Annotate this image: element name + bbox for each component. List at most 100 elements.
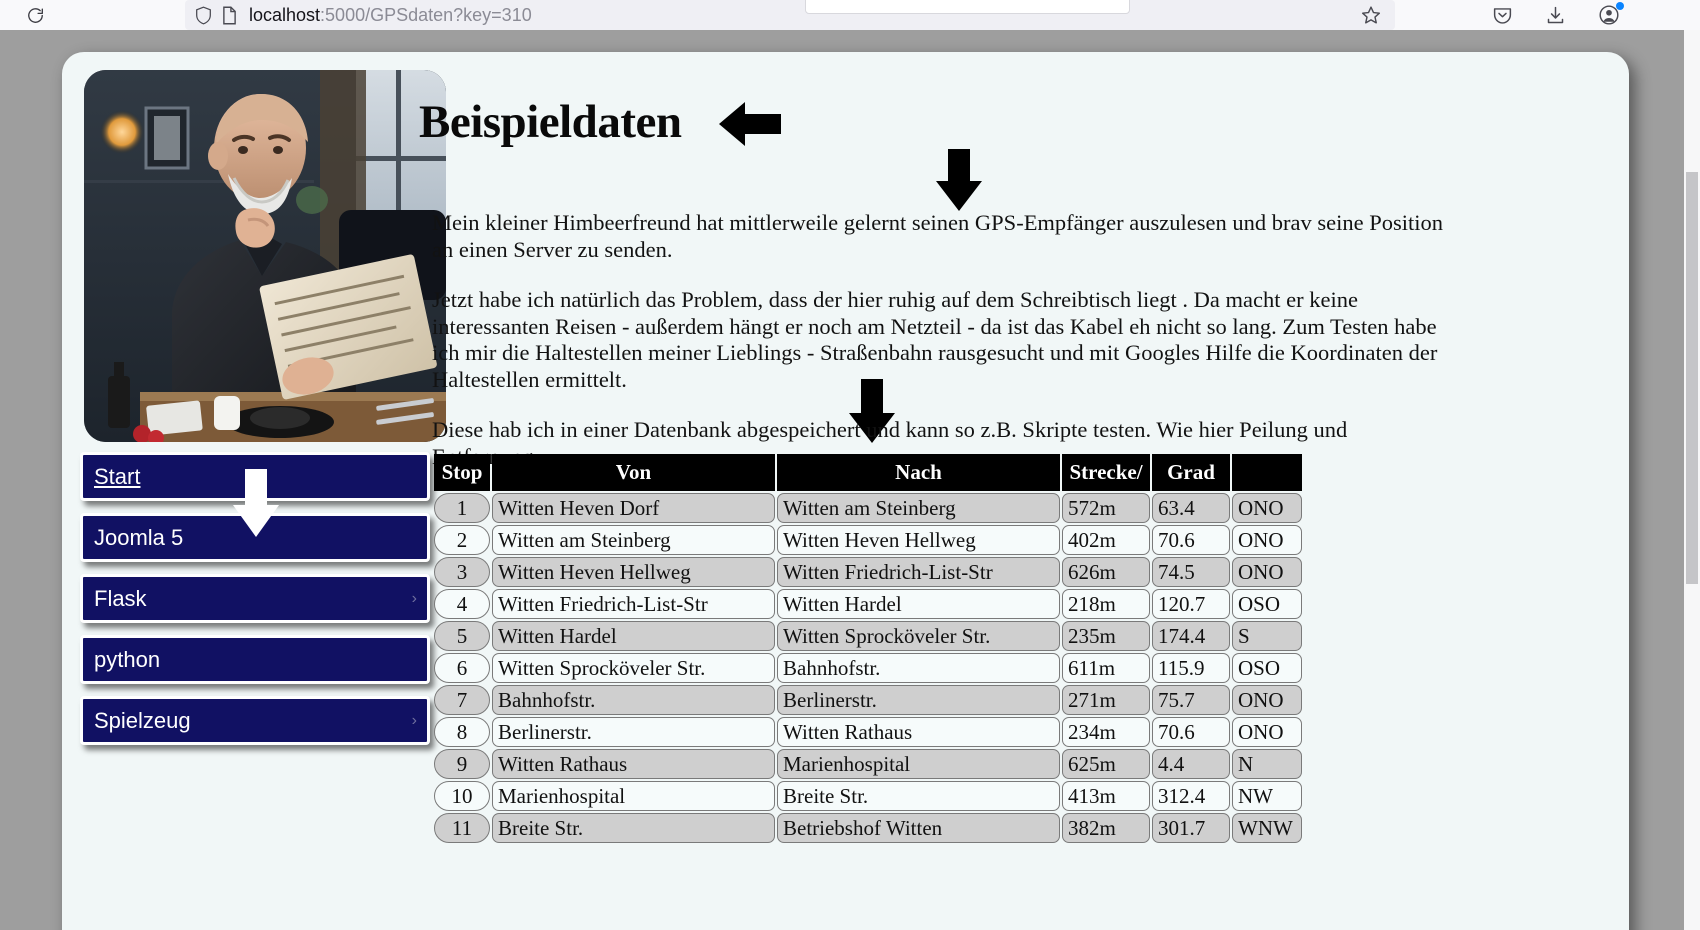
cell-nach: Witten am Steinberg	[777, 493, 1060, 523]
table-body: 1 Witten Heven Dorf Witten am Steinberg 572…	[434, 493, 1302, 843]
table-row: 7 Bahnhofstr. Berlinerstr. 271m 75.7 ONO	[434, 685, 1302, 715]
cell-nach: Witten Rathaus	[777, 717, 1060, 747]
table-row: 4 Witten Friedrich-List-Str Witten Hardel 2…	[434, 589, 1302, 619]
cell-nach: Berlinerstr.	[777, 685, 1060, 715]
cell-grad: 63.4	[1152, 493, 1230, 523]
cell-nach: Witten Friedrich-List-Str	[777, 557, 1060, 587]
cell-grad: 312.4	[1152, 781, 1230, 811]
table-row: 5 Witten Hardel Witten Sprocköveler Str. 23…	[434, 621, 1302, 651]
cell-von: Breite Str.	[492, 813, 775, 843]
chevron-right-icon[interactable]: ›	[412, 590, 417, 607]
portrait-image	[84, 70, 446, 442]
cell-von: Witten am Steinberg	[492, 525, 775, 555]
cell-grad: 70.6	[1152, 525, 1230, 555]
cell-grad: 115.9	[1152, 653, 1230, 683]
cell-strecke: 625m	[1062, 749, 1150, 779]
chevron-right-icon[interactable]: ›	[412, 712, 417, 729]
pocket-icon[interactable]	[1489, 2, 1515, 28]
cell-von: Witten Rathaus	[492, 749, 775, 779]
cell-stop: 10	[434, 781, 490, 811]
column-header-strecke: Strecke/	[1062, 454, 1150, 491]
cell-strecke: 402m	[1062, 525, 1150, 555]
page-scrollbar-thumb[interactable]	[1686, 172, 1698, 584]
cell-grad: 174.4	[1152, 621, 1230, 651]
column-header-richtung	[1232, 454, 1302, 491]
sidebar-item-python[interactable]: python	[80, 635, 430, 684]
page-scrollbar-track[interactable]	[1684, 30, 1700, 930]
cell-stop: 11	[434, 813, 490, 843]
table-row: 11 Breite Str. Betriebshof Witten 382m 301.7…	[434, 813, 1302, 843]
table-row: 6 Witten Sprocköveler Str. Bahnhofstr. 611m…	[434, 653, 1302, 683]
paragraph-2: Jetzt habe ich natürlich das Problem, da…	[432, 287, 1438, 392]
cell-nach: Breite Str.	[777, 781, 1060, 811]
browser-toolbar: localhost:5000/GPSdaten?key=310	[0, 0, 1700, 30]
cell-nach: Witten Hardel	[777, 589, 1060, 619]
cell-richtung: ONO	[1232, 525, 1302, 555]
cell-strecke: 413m	[1062, 781, 1150, 811]
cell-richtung: OSO	[1232, 653, 1302, 683]
sidebar-item-label: Spielzeug	[94, 707, 191, 733]
cell-grad: 75.7	[1152, 685, 1230, 715]
cell-grad: 120.7	[1152, 589, 1230, 619]
table-row: 9 Witten Rathaus Marienhospital 625m 4.4 N	[434, 749, 1302, 779]
cell-richtung: NW	[1232, 781, 1302, 811]
content-scrollbar[interactable]	[1585, 170, 1597, 580]
sidebar-item-label: Flask	[94, 585, 147, 611]
cell-richtung: S	[1232, 621, 1302, 651]
site-content-card: Beispieldaten Mein kleiner Himbeerfreund…	[62, 52, 1629, 930]
cell-grad: 4.4	[1152, 749, 1230, 779]
cell-von: Witten Hardel	[492, 621, 775, 651]
account-notification-dot	[1616, 2, 1624, 10]
page-title: Beispieldaten	[419, 96, 682, 149]
sidebar-item-flask[interactable]: Flask ›	[80, 574, 430, 623]
arrow-down-icon-menu	[230, 467, 282, 544]
arrow-down-icon-top	[934, 147, 984, 218]
cell-stop: 7	[434, 685, 490, 715]
cell-grad: 70.6	[1152, 717, 1230, 747]
column-header-von: Von	[492, 454, 775, 491]
table-row: 2 Witten am Steinberg Witten Heven Hellweg…	[434, 525, 1302, 555]
page-icon[interactable]	[222, 6, 237, 25]
cell-richtung: ONO	[1232, 685, 1302, 715]
cell-stop: 4	[434, 589, 490, 619]
cell-richtung: OSO	[1232, 589, 1302, 619]
table-row: 10 Marienhospital Breite Str. 413m 312.4 NW	[434, 781, 1302, 811]
shield-icon[interactable]	[195, 5, 212, 25]
cell-strecke: 572m	[1062, 493, 1150, 523]
cell-von: Bahnhofstr.	[492, 685, 775, 715]
url-host: localhost	[249, 4, 321, 25]
cell-richtung: N	[1232, 749, 1302, 779]
cell-strecke: 234m	[1062, 717, 1150, 747]
sidebar-item-spielzeug[interactable]: Spielzeug ›	[80, 696, 430, 745]
cell-strecke: 218m	[1062, 589, 1150, 619]
cell-von: Witten Sprocköveler Str.	[492, 653, 775, 683]
cell-richtung: ONO	[1232, 557, 1302, 587]
cell-nach: Bahnhofstr.	[777, 653, 1060, 683]
cell-strecke: 611m	[1062, 653, 1150, 683]
column-header-grad: Grad	[1152, 454, 1230, 491]
reload-icon[interactable]	[22, 2, 48, 28]
cell-nach: Witten Sprocköveler Str.	[777, 621, 1060, 651]
url-bar[interactable]: localhost:5000/GPSdaten?key=310	[185, 0, 1395, 30]
cell-grad: 74.5	[1152, 557, 1230, 587]
gps-data-table: Stop Von Nach Strecke/ Grad 1 Witten Heve…	[432, 452, 1304, 845]
cell-nach: Betriebshof Witten	[777, 813, 1060, 843]
arrow-left-icon	[719, 100, 783, 153]
cell-von: Berlinerstr.	[492, 717, 775, 747]
cell-stop: 8	[434, 717, 490, 747]
download-icon[interactable]	[1542, 2, 1568, 28]
cell-stop: 9	[434, 749, 490, 779]
cell-von: Witten Friedrich-List-Str	[492, 589, 775, 619]
url-path: :5000/GPSdaten?key=310	[320, 4, 532, 25]
sidebar-item-label: Start	[94, 463, 141, 489]
table-header-row: Stop Von Nach Strecke/ Grad	[434, 454, 1302, 491]
star-icon[interactable]	[1359, 3, 1383, 27]
cell-richtung: ONO	[1232, 493, 1302, 523]
cell-nach: Witten Heven Hellweg	[777, 525, 1060, 555]
cell-richtung: ONO	[1232, 717, 1302, 747]
page-viewport: Beispieldaten Mein kleiner Himbeerfreund…	[0, 30, 1700, 930]
cell-von: Witten Heven Dorf	[492, 493, 775, 523]
url-text: localhost:5000/GPSdaten?key=310	[249, 5, 532, 26]
sidebar-item-label: Joomla 5	[94, 524, 184, 550]
search-box-stub[interactable]	[805, 0, 1130, 14]
